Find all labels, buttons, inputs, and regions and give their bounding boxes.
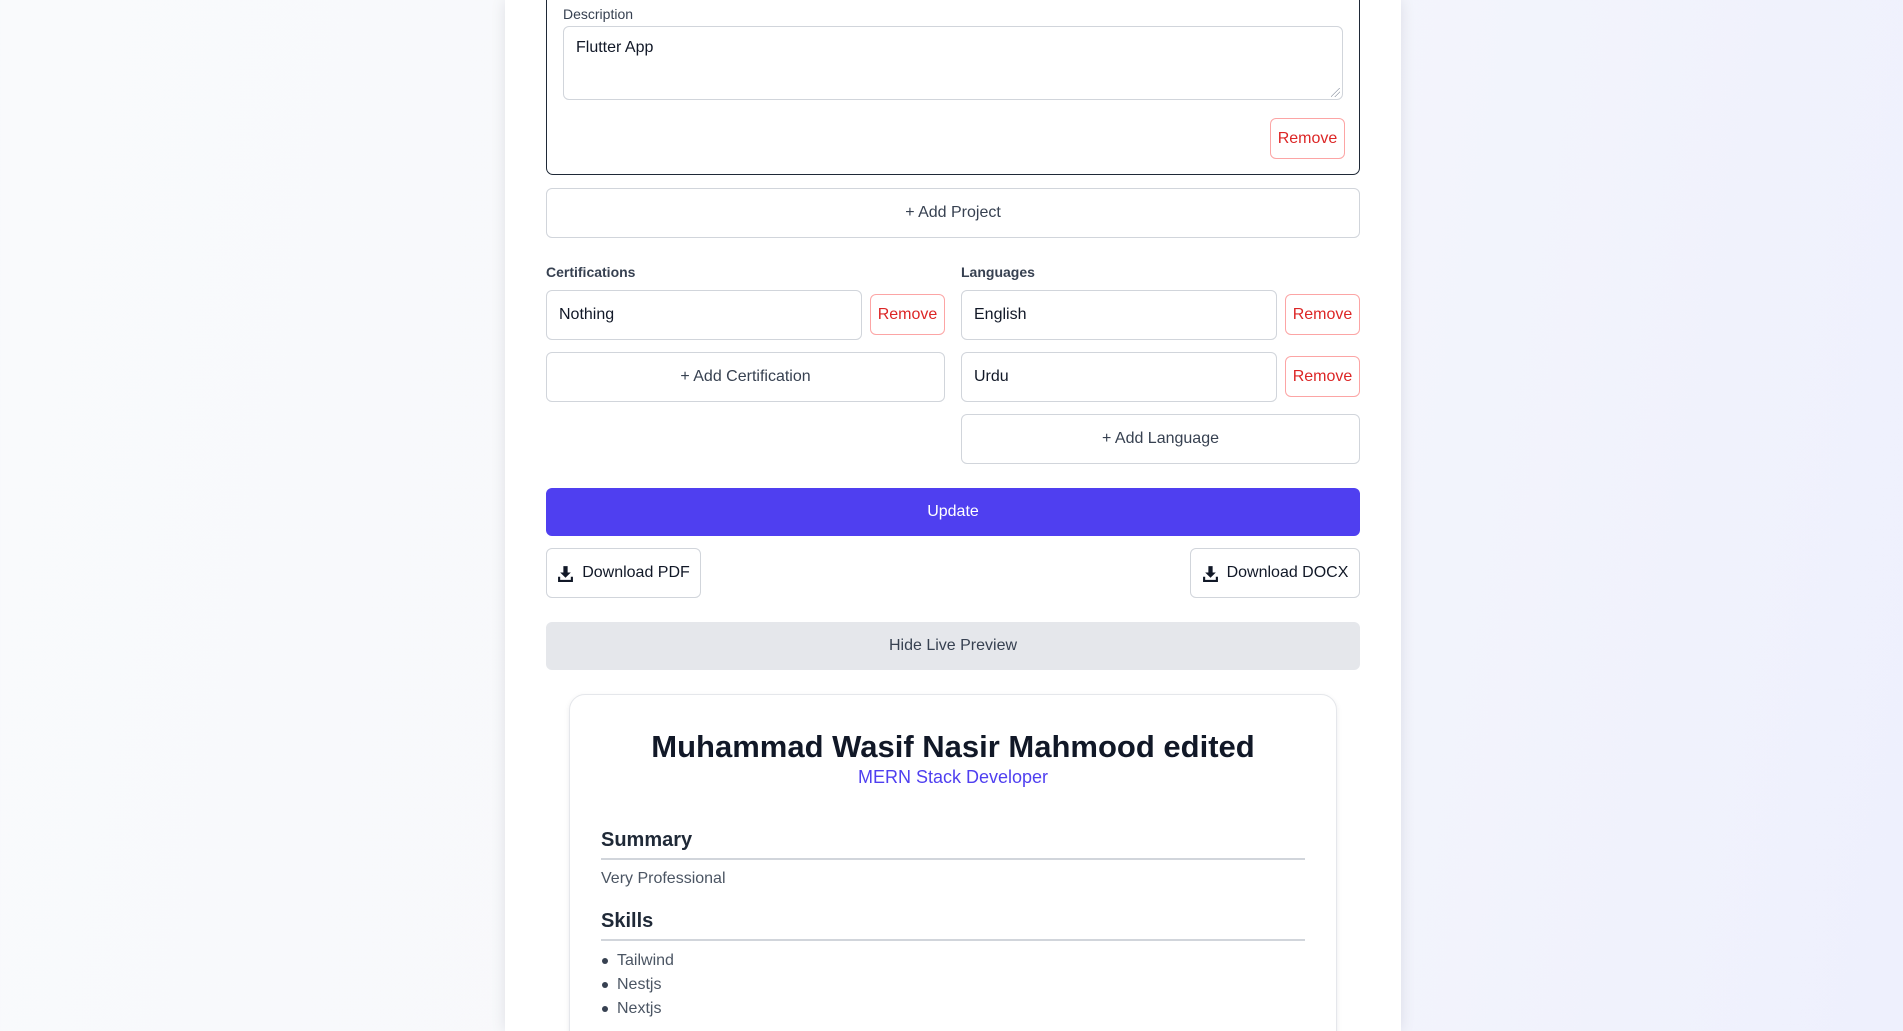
preview-name: Muhammad Wasif Nasir Mahmood edited (651, 729, 1255, 764)
add-certification-button[interactable]: + Add Certification (546, 352, 945, 402)
remove-language-button-urdu[interactable]: Remove (1285, 356, 1360, 397)
download-icon (1202, 565, 1218, 582)
description-label: Description (563, 6, 634, 22)
language-value: English (974, 306, 1027, 323)
list-item: Tailwind (601, 949, 674, 973)
language-value: Urdu (974, 368, 1009, 385)
certification-input-1[interactable]: Nothing (546, 290, 862, 340)
preview-job-title: MERN Stack Developer (857, 767, 1049, 787)
add-project-button[interactable]: + Add Project (546, 188, 1360, 238)
certifications-label: Certifications (546, 264, 636, 280)
download-pdf-label: Download PDF (582, 564, 690, 581)
certification-value: Nothing (559, 306, 615, 323)
preview-skills-list: Tailwind Nestjs Nextjs (601, 949, 674, 1021)
remove-certification-button[interactable]: Remove (870, 294, 945, 335)
download-docx-button[interactable]: Download DOCX (1190, 548, 1360, 598)
languages-label: Languages (961, 264, 1035, 280)
preview-summary-heading: Summary (601, 829, 1305, 860)
live-preview: Muhammad Wasif Nasir Mahmood edited MERN… (569, 694, 1337, 1031)
description-textarea[interactable]: Flutter App (563, 26, 1343, 100)
preview-summary-text: Very Professional (601, 870, 726, 887)
remove-language-button-english[interactable]: Remove (1285, 294, 1360, 335)
add-language-button[interactable]: + Add Language (961, 414, 1360, 464)
language-input-urdu[interactable]: Urdu (961, 352, 1277, 402)
download-pdf-button[interactable]: Download PDF (546, 548, 701, 598)
language-input-english[interactable]: English (961, 290, 1277, 340)
download-icon (558, 565, 574, 582)
list-item: Nestjs (601, 973, 674, 997)
update-button[interactable]: Update (546, 488, 1360, 536)
toggle-preview-button[interactable]: Hide Live Preview (546, 622, 1360, 670)
resume-editor-card: Description Flutter App Remove + Add Pro… (505, 0, 1401, 1031)
description-value: Flutter App (576, 39, 654, 56)
resize-handle-icon[interactable] (1331, 88, 1340, 97)
project-entry: Description Flutter App Remove (546, 0, 1360, 175)
download-docx-label: Download DOCX (1226, 564, 1349, 581)
preview-skills-heading: Skills (601, 910, 1305, 941)
remove-project-button[interactable]: Remove (1270, 118, 1345, 159)
list-item: Nextjs (601, 997, 674, 1021)
